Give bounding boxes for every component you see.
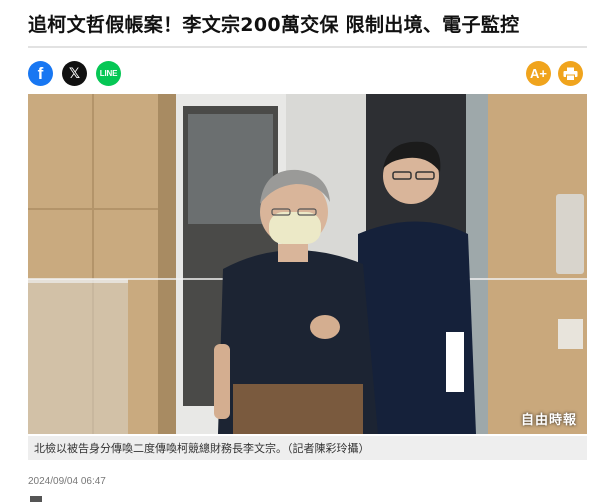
- line-icon: LINE: [99, 69, 118, 78]
- photo-scene: [28, 94, 587, 434]
- publish-timestamp: 2024/09/04 06:47: [28, 476, 106, 487]
- print-button[interactable]: [558, 61, 583, 86]
- share-buttons: f 𝕏 LINE: [28, 61, 121, 86]
- headline-divider: [28, 46, 587, 48]
- facebook-icon: f: [37, 63, 44, 83]
- photo-watermark: 自由時報: [520, 413, 577, 428]
- x-share-button[interactable]: 𝕏: [62, 61, 87, 86]
- x-icon: 𝕏: [68, 65, 81, 82]
- article-headline: 追柯文哲假帳案！李文宗200萬交保 限制出境、電子監控: [28, 14, 520, 36]
- facebook-share-button[interactable]: f: [28, 61, 53, 86]
- print-icon: [563, 67, 578, 81]
- font-size-button[interactable]: A+: [526, 61, 551, 86]
- article-tools: A+: [526, 61, 583, 86]
- photo-caption: 北檢以被告身分傳喚二度傳喚柯競總財務長李文宗。（記者陳彩玲攝）: [34, 442, 370, 455]
- cut-off-text-fragment: [30, 496, 42, 502]
- article-photo[interactable]: 自由時報: [28, 94, 587, 434]
- photo-caption-bar: 北檢以被告身分傳喚二度傳喚柯競總財務長李文宗。（記者陳彩玲攝）: [28, 436, 587, 460]
- line-share-button[interactable]: LINE: [96, 61, 121, 86]
- font-size-icon: A+: [530, 66, 547, 81]
